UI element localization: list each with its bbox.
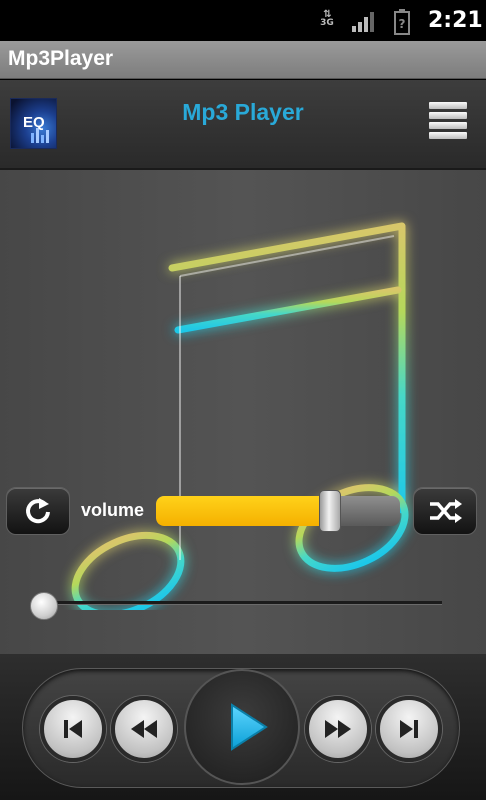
clock: 2:21 [428,8,483,33]
window-title: Mp3Player [8,47,114,70]
volume-slider-thumb[interactable] [319,490,341,532]
shuffle-icon [430,499,462,523]
data-arrows-icon: ⇅ 3G [316,10,338,34]
signal-icon [352,12,374,32]
rewind-button[interactable] [111,696,177,762]
status-bar: ⇅ 3G ? 2:21 [0,0,486,41]
window-title-bar: Mp3Player [0,41,486,79]
music-note-artwork [71,222,409,610]
menu-icon[interactable] [429,102,469,148]
app-title: Mp3 Player [182,99,304,125]
seek-bar[interactable] [44,601,442,605]
network-type: 3G [320,18,334,28]
shuffle-button[interactable] [413,487,477,535]
volume-slider[interactable] [156,496,400,526]
svg-text:?: ? [399,17,406,31]
now-playing-area: volume [0,170,486,654]
fast-forward-icon [325,720,351,738]
play-icon [231,703,268,751]
previous-track-button[interactable] [40,696,106,762]
rewind-icon [131,720,157,738]
repeat-icon [26,498,50,524]
battery-icon: ? [394,9,410,35]
skip-next-icon [400,720,418,738]
play-button[interactable] [184,669,300,785]
repeat-button[interactable] [6,487,70,535]
skip-previous-icon [64,720,82,738]
volume-fill [156,496,329,526]
seek-bar-thumb[interactable] [30,592,58,620]
volume-label: volume [81,500,145,520]
fast-forward-button[interactable] [305,696,371,762]
app-header: EQ Mp3 Player [0,80,486,170]
next-track-button[interactable] [376,696,442,762]
